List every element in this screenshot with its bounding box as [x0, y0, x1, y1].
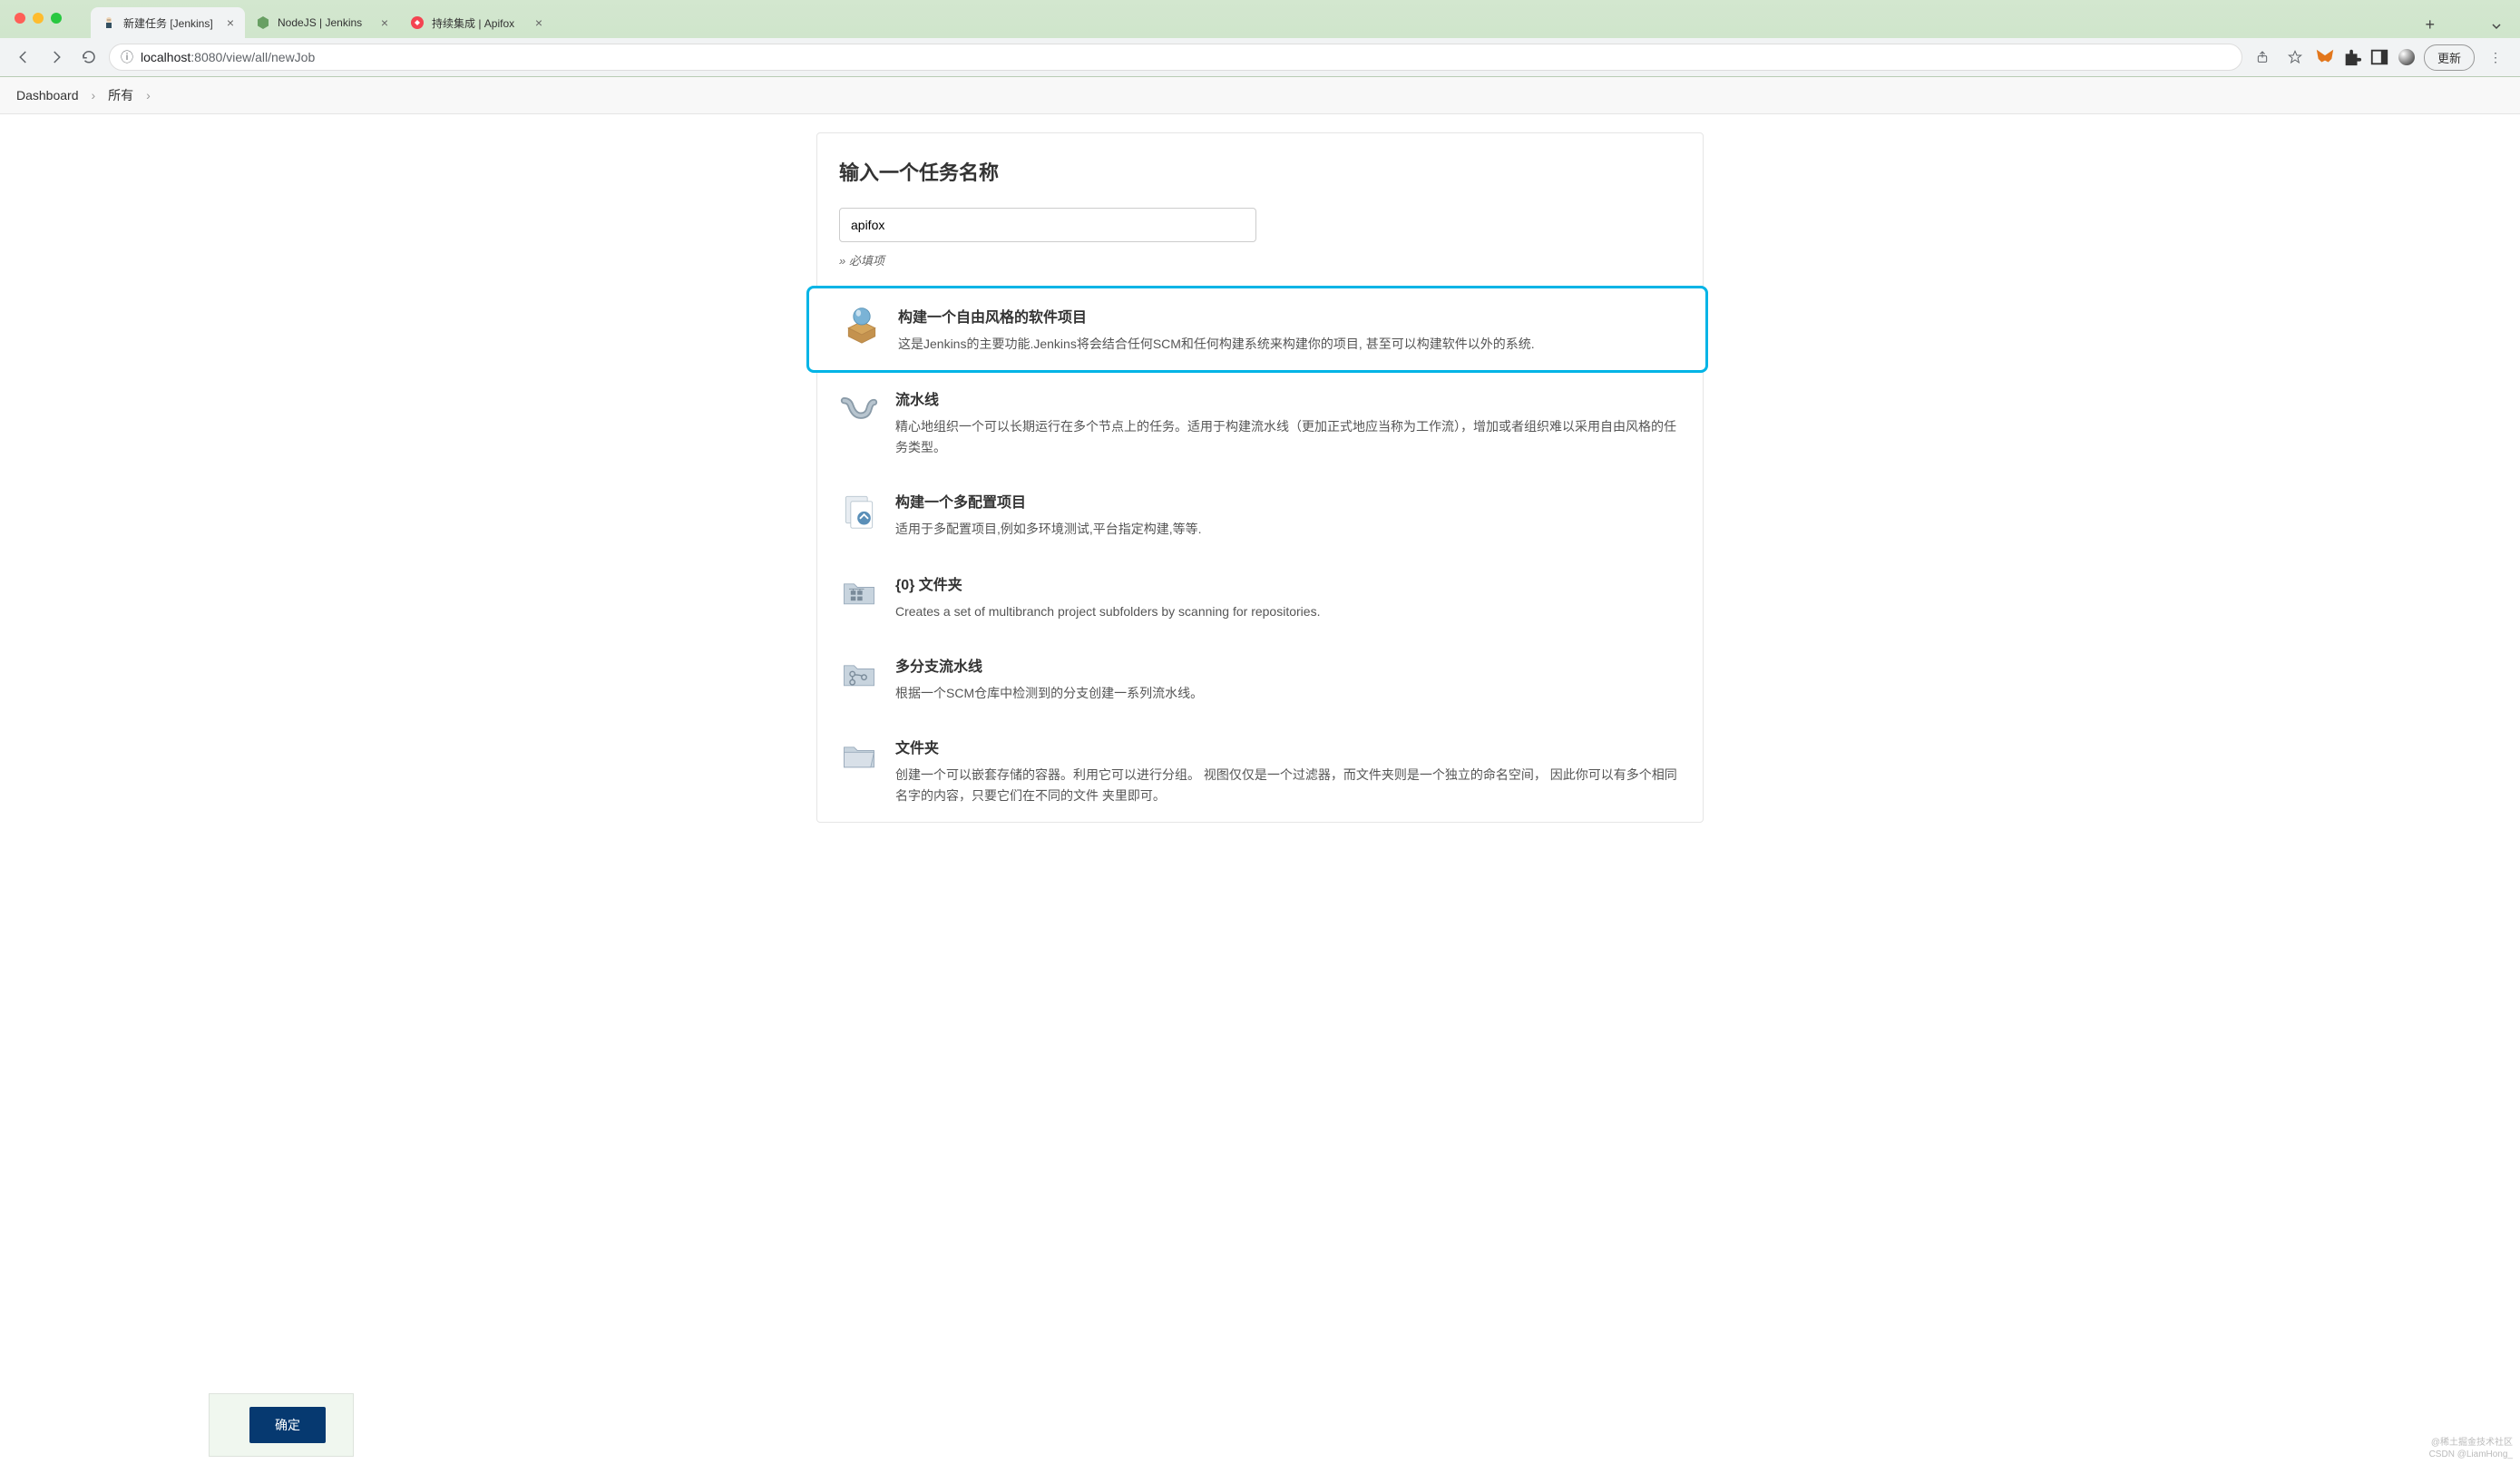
nodejs-favicon-icon — [256, 15, 270, 30]
job-type-multibranch[interactable]: 多分支流水线 根据一个SCM仓库中检测到的分支创建一系列流水线。 — [817, 638, 1703, 719]
multiconfig-icon — [839, 490, 879, 530]
job-type-title: 构建一个自由风格的软件项目 — [898, 305, 1678, 327]
job-type-folder[interactable]: 文件夹 创建一个可以嵌套存储的容器。利用它可以进行分组。 视图仅仅是一个过滤器，… — [817, 719, 1703, 822]
minimize-window-button[interactable] — [33, 13, 44, 24]
extensions-button[interactable] — [2342, 47, 2362, 67]
reload-button[interactable] — [76, 44, 102, 70]
job-type-title: 构建一个多配置项目 — [895, 490, 1681, 512]
ok-button-container: 确定 — [209, 1393, 354, 1457]
job-type-pipeline[interactable]: 流水线 精心地组织一个可以长期运行在多个节点上的任务。适用于构建流水线（更加正式… — [817, 371, 1703, 473]
browser-menu-button[interactable]: ⋮ — [2482, 46, 2509, 69]
tab-title: NodeJS | Jenkins — [278, 16, 374, 29]
breadcrumb: Dashboard › 所有 › — [0, 77, 2520, 114]
chevron-right-icon: › — [92, 88, 96, 102]
maximize-window-button[interactable] — [51, 13, 62, 24]
profile-button[interactable] — [2397, 47, 2417, 67]
breadcrumb-dashboard[interactable]: Dashboard — [16, 88, 79, 102]
freestyle-project-icon — [842, 305, 882, 345]
job-type-desc: Creates a set of multibranch project sub… — [895, 601, 1681, 621]
name-input-row — [817, 208, 1703, 251]
job-name-input[interactable] — [839, 208, 1256, 242]
close-tab-icon[interactable]: × — [535, 15, 542, 30]
breadcrumb-all[interactable]: 所有 — [108, 86, 133, 104]
tab-title: 新建任务 [Jenkins] — [123, 15, 220, 31]
job-type-title: {0} 文件夹 — [895, 572, 1681, 594]
extension-icons — [2315, 47, 2417, 67]
job-type-freestyle[interactable]: 构建一个自由风格的软件项目 这是Jenkins的主要功能.Jenkins将会结合… — [806, 286, 1708, 373]
close-tab-icon[interactable]: × — [381, 15, 388, 30]
tab-list-dropdown[interactable] — [2487, 16, 2505, 38]
share-button[interactable] — [2250, 44, 2275, 70]
back-button[interactable] — [11, 44, 36, 70]
job-type-title: 文件夹 — [895, 736, 1681, 757]
window-controls — [15, 13, 62, 24]
watermark: @稀土掘金技术社区 CSDN @LiamHong_ — [2429, 1437, 2513, 1460]
update-button[interactable]: 更新 — [2424, 44, 2475, 71]
pipeline-icon — [839, 387, 879, 427]
job-type-org-folder[interactable]: {0} 文件夹 Creates a set of multibranch pro… — [817, 556, 1703, 638]
jenkins-favicon-icon — [102, 15, 116, 30]
apifox-favicon-icon — [410, 15, 425, 30]
job-type-title: 流水线 — [895, 387, 1681, 409]
page-title: 输入一个任务名称 — [817, 133, 1703, 208]
forward-button[interactable] — [44, 44, 69, 70]
bookmark-button[interactable] — [2282, 44, 2308, 70]
new-tab-button[interactable]: + — [2417, 12, 2442, 38]
browser-chrome: 新建任务 [Jenkins] × NodeJS | Jenkins × 持续集成… — [0, 0, 2520, 77]
metamask-extension-icon[interactable] — [2315, 47, 2335, 67]
tab-strip: 新建任务 [Jenkins] × NodeJS | Jenkins × 持续集成… — [0, 0, 2520, 38]
job-type-desc: 根据一个SCM仓库中检测到的分支创建一系列流水线。 — [895, 683, 1681, 703]
job-type-desc: 创建一个可以嵌套存储的容器。利用它可以进行分组。 视图仅仅是一个过滤器，而文件夹… — [895, 765, 1681, 805]
new-job-panel: 输入一个任务名称 » 必填项 构建一个自由风格的软件项目 这是Jenkins的主… — [816, 132, 1704, 823]
chevron-right-icon: › — [146, 88, 151, 102]
close-window-button[interactable] — [15, 13, 25, 24]
side-panel-button[interactable] — [2369, 47, 2389, 67]
org-folder-icon — [839, 572, 879, 612]
ok-button[interactable]: 确定 — [249, 1407, 326, 1443]
browser-tab[interactable]: 持续集成 | Apifox × — [399, 7, 553, 38]
tab-title: 持续集成 | Apifox — [432, 15, 528, 31]
multibranch-icon — [839, 654, 879, 694]
folder-icon — [839, 736, 879, 776]
address-bar[interactable]: ⓘ localhost:8080/view/all/newJob — [109, 44, 2242, 71]
site-info-icon[interactable]: ⓘ — [121, 48, 133, 66]
close-tab-icon[interactable]: × — [227, 15, 234, 30]
browser-tab[interactable]: 新建任务 [Jenkins] × — [91, 7, 245, 38]
job-type-list: 构建一个自由风格的软件项目 这是Jenkins的主要功能.Jenkins将会结合… — [817, 287, 1703, 822]
toolbar: ⓘ localhost:8080/view/all/newJob — [0, 38, 2520, 76]
job-type-multiconfig[interactable]: 构建一个多配置项目 适用于多配置项目,例如多环境测试,平台指定构建,等等. — [817, 473, 1703, 555]
job-type-desc: 这是Jenkins的主要功能.Jenkins将会结合任何SCM和任何构建系统来构… — [898, 334, 1678, 354]
required-hint: » 必填项 — [817, 251, 1703, 287]
job-type-desc: 适用于多配置项目,例如多环境测试,平台指定构建,等等. — [895, 519, 1681, 539]
content: 输入一个任务名称 » 必填项 构建一个自由风格的软件项目 这是Jenkins的主… — [0, 114, 2520, 823]
url-text: localhost:8080/view/all/newJob — [141, 50, 315, 64]
job-type-title: 多分支流水线 — [895, 654, 1681, 676]
browser-tab[interactable]: NodeJS | Jenkins × — [245, 7, 399, 38]
job-type-desc: 精心地组织一个可以长期运行在多个节点上的任务。适用于构建流水线（更加正式地应当称… — [895, 416, 1681, 457]
